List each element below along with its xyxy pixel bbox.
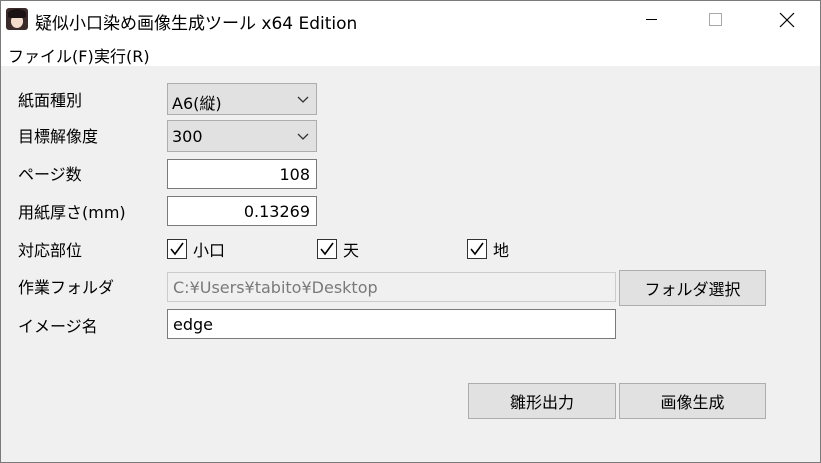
- menu-run[interactable]: 実行(R): [94, 43, 150, 67]
- paper-thickness-input[interactable]: 0.13269: [167, 196, 317, 226]
- resolution-value: 300: [172, 127, 203, 146]
- work-folder-value: C:¥Users¥tabito¥Desktop: [173, 278, 378, 297]
- page-count-label: ページ数: [18, 165, 82, 184]
- window-title: 疑似小口染め画像生成ツール x64 Edition: [35, 14, 358, 34]
- checkbox-box[interactable]: [317, 239, 337, 259]
- app-window: 疑似小口染め画像生成ツール x64 Edition ファイル(F) 実行(R) …: [0, 0, 821, 463]
- image-name-value: edge: [173, 315, 213, 334]
- checkbox-label: 天: [343, 241, 360, 260]
- paper-thickness-label: 用紙厚さ(mm): [18, 203, 126, 222]
- resolution-label: 目標解像度: [18, 127, 99, 146]
- checkmark-icon: [170, 242, 184, 256]
- app-icon: [6, 8, 28, 30]
- checkbox-label: 小口: [193, 241, 226, 260]
- select-folder-button[interactable]: フォルダ選択: [619, 270, 766, 306]
- paper-type-label: 紙面種別: [18, 91, 83, 110]
- maximize-button[interactable]: [692, 1, 738, 38]
- checkbox-label: 地: [493, 241, 510, 260]
- maximize-icon: [708, 13, 722, 26]
- chevron-down-icon: [297, 133, 309, 140]
- resolution-select[interactable]: 300: [167, 120, 317, 152]
- template-output-button[interactable]: 雛形出力: [468, 383, 616, 419]
- checkmark-icon: [470, 242, 484, 256]
- work-folder-input: C:¥Users¥tabito¥Desktop: [167, 272, 616, 302]
- checkbox-box[interactable]: [467, 239, 487, 259]
- close-button[interactable]: [764, 1, 810, 38]
- checkbox-chi[interactable]: 地: [467, 237, 509, 261]
- page-count-input[interactable]: 108: [167, 159, 317, 189]
- close-icon: [779, 12, 795, 27]
- minimize-icon: [645, 19, 657, 20]
- menu-bar: ファイル(F) 実行(R): [1, 38, 820, 66]
- checkmark-icon: [320, 242, 334, 256]
- paper-type-value: A6(縦): [172, 94, 222, 113]
- chevron-down-icon: [297, 96, 309, 103]
- paper-thickness-value: 0.13269: [243, 202, 310, 221]
- checkbox-box[interactable]: [167, 239, 187, 259]
- work-folder-label: 作業フォルダ: [18, 278, 115, 297]
- image-name-input[interactable]: edge: [167, 309, 616, 339]
- page-count-value: 108: [279, 165, 310, 184]
- paper-type-select[interactable]: A6(縦): [167, 83, 317, 115]
- title-bar: 疑似小口染め画像生成ツール x64 Edition: [1, 1, 820, 38]
- menu-file[interactable]: ファイル(F): [8, 43, 94, 67]
- target-parts-label: 対応部位: [18, 241, 83, 260]
- image-name-label: イメージ名: [18, 317, 98, 336]
- generate-image-button[interactable]: 画像生成: [619, 383, 766, 419]
- checkbox-koguchi[interactable]: 小口: [167, 237, 225, 261]
- checkbox-ten[interactable]: 天: [317, 237, 359, 261]
- minimize-button[interactable]: [628, 1, 674, 38]
